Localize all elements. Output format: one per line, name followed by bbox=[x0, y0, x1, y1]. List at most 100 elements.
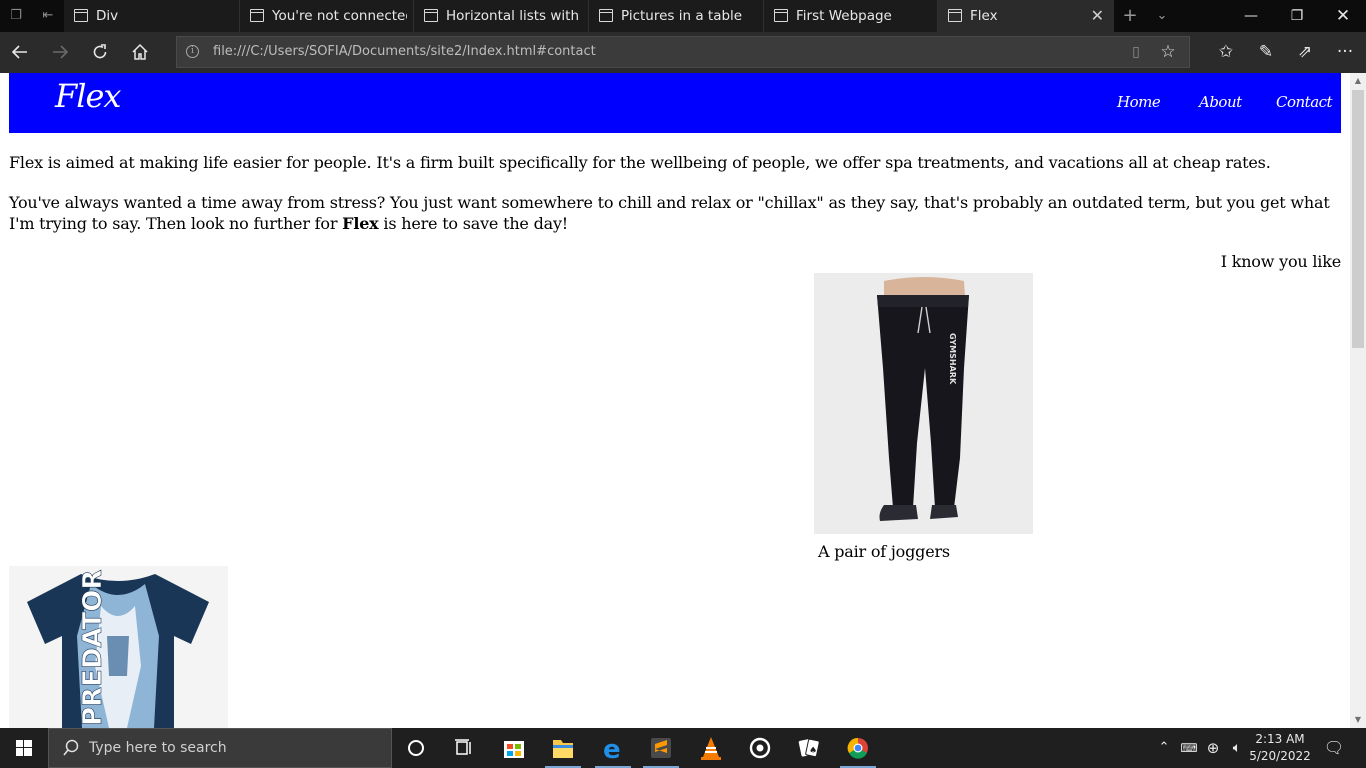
page-scrollbar[interactable]: ▲ ▼ bbox=[1350, 73, 1366, 728]
browser-tab-bar: ❐ ⇤ Div You're not connected Horizontal … bbox=[0, 0, 1366, 32]
page-icon bbox=[948, 9, 962, 22]
address-bar[interactable]: i file:///C:/Users/SOFIA/Documents/site2… bbox=[176, 36, 1190, 68]
favorites-button[interactable]: ✩ bbox=[1210, 38, 1242, 66]
arrow-left-icon bbox=[11, 45, 27, 59]
arrow-right-icon bbox=[53, 45, 69, 59]
tshirt-illustration: PREDATOR bbox=[9, 566, 228, 728]
refresh-button[interactable] bbox=[84, 38, 116, 66]
close-window-button[interactable]: ✕ bbox=[1320, 0, 1366, 32]
cards-icon: ♠ bbox=[798, 738, 820, 758]
shirt-graphic-text: PREDATOR bbox=[78, 570, 108, 726]
know-you-like-text: I know you like bbox=[1220, 252, 1341, 271]
svg-text:e: e bbox=[603, 735, 621, 765]
paragraph-text: You've always wanted a time away from st… bbox=[9, 193, 1330, 233]
vlc-cone-icon bbox=[701, 737, 721, 760]
share-button[interactable]: ⇗ bbox=[1289, 38, 1321, 66]
notifications-icon[interactable]: 🗨︎ bbox=[1318, 728, 1350, 768]
windows-taskbar: Type here to search e ♠ ⌃ ⌨ ⊕ 🔈︎ 2:13 AM… bbox=[0, 728, 1366, 768]
brand-name: Flex bbox=[342, 214, 379, 233]
chrome-app[interactable] bbox=[834, 728, 882, 768]
joggers-brand-text: GYMSHARK bbox=[948, 333, 957, 385]
tab-flex[interactable]: Flex ✕ bbox=[938, 0, 1114, 32]
scroll-up-arrow[interactable]: ▲ bbox=[1350, 73, 1366, 89]
browser-toolbar: i file:///C:/Users/SOFIA/Documents/site2… bbox=[0, 32, 1366, 73]
network-globe-icon[interactable]: ⊕ bbox=[1202, 728, 1224, 768]
scroll-down-arrow[interactable]: ▼ bbox=[1350, 712, 1366, 728]
more-button[interactable]: ··· bbox=[1329, 38, 1361, 66]
joggers-illustration: GYMSHARK bbox=[814, 273, 1033, 534]
edge-app[interactable]: e bbox=[589, 728, 637, 768]
info-icon[interactable]: i bbox=[186, 45, 199, 58]
search-placeholder: Type here to search bbox=[89, 740, 227, 756]
tab-first-webpage[interactable]: First Webpage bbox=[764, 0, 938, 32]
clock-date: 5/20/2022 bbox=[1249, 749, 1311, 763]
intro-paragraph: Flex is aimed at making life easier for … bbox=[9, 153, 1271, 172]
home-icon bbox=[132, 43, 148, 60]
joggers-caption: A pair of joggers bbox=[818, 542, 950, 561]
media-app[interactable] bbox=[736, 728, 784, 768]
tab-div[interactable]: Div bbox=[64, 0, 240, 32]
ime-icon[interactable]: ⌨ bbox=[1178, 728, 1200, 768]
scroll-thumb[interactable] bbox=[1352, 90, 1364, 348]
tab-horizontal-lists[interactable]: Horizontal lists with CS bbox=[414, 0, 589, 32]
stress-paragraph: You've always wanted a time away from st… bbox=[9, 192, 1339, 234]
chrome-icon bbox=[847, 737, 868, 759]
tab-label: You're not connected bbox=[272, 8, 407, 24]
taskbar-search[interactable]: Type here to search bbox=[48, 728, 392, 768]
task-view-icon bbox=[455, 739, 471, 755]
show-hidden-icons-button[interactable]: ⌃ bbox=[1154, 728, 1174, 768]
page-icon bbox=[74, 9, 88, 22]
set-tabs-aside-icon[interactable]: ⇤ bbox=[40, 8, 56, 24]
cortana-circle-icon bbox=[408, 740, 424, 756]
edge-icon: e bbox=[603, 735, 621, 765]
tab-label: Pictures in a table bbox=[621, 8, 743, 24]
page-icon bbox=[599, 9, 613, 22]
store-app[interactable] bbox=[490, 728, 538, 768]
nav-link-home[interactable]: Home bbox=[1117, 93, 1161, 111]
url-text[interactable]: file:///C:/Users/SOFIA/Documents/site2/I… bbox=[213, 37, 596, 67]
nav-link-about[interactable]: About bbox=[1199, 93, 1242, 111]
windows-logo-icon bbox=[16, 740, 32, 756]
vlc-app[interactable] bbox=[687, 728, 735, 768]
refresh-icon bbox=[93, 44, 107, 59]
taskbar-clock[interactable]: 2:13 AM 5/20/2022 bbox=[1249, 731, 1311, 765]
new-tab-icon[interactable]: + bbox=[1122, 7, 1138, 25]
svg-text:♠: ♠ bbox=[809, 746, 817, 756]
cortana-button[interactable] bbox=[392, 728, 440, 768]
tab-label: Flex bbox=[970, 8, 998, 24]
site-logo[interactable]: Flex bbox=[55, 77, 121, 115]
volume-icon[interactable]: 🔈︎ bbox=[1226, 728, 1248, 768]
task-view-button[interactable] bbox=[440, 728, 488, 768]
start-button[interactable] bbox=[0, 728, 48, 768]
search-icon bbox=[63, 739, 79, 756]
back-button[interactable] bbox=[4, 38, 36, 66]
page-icon bbox=[424, 9, 438, 22]
file-explorer-app[interactable] bbox=[539, 728, 587, 768]
site-header: Flex Home About Contact bbox=[9, 73, 1341, 133]
favorite-star-icon[interactable]: ☆ bbox=[1157, 41, 1179, 63]
joggers-image: GYMSHARK bbox=[814, 273, 1033, 534]
page-icon bbox=[774, 9, 788, 22]
reading-view-icon[interactable]: ▯ bbox=[1125, 41, 1147, 63]
home-button[interactable] bbox=[124, 38, 156, 66]
tab-label: Horizontal lists with CS bbox=[446, 8, 582, 24]
chevron-down-icon[interactable]: ⌄ bbox=[1154, 8, 1170, 24]
clock-time: 2:13 AM bbox=[1255, 732, 1305, 746]
minimize-button[interactable]: — bbox=[1228, 0, 1274, 32]
tab-preview-icon[interactable]: ❐ bbox=[8, 8, 24, 24]
tab-not-connected[interactable]: You're not connected bbox=[240, 0, 414, 32]
web-note-button[interactable]: ✎ bbox=[1250, 38, 1282, 66]
page-viewport: Flex Home About Contact Flex is aimed at… bbox=[0, 73, 1366, 728]
sublime-text-app[interactable] bbox=[637, 728, 685, 768]
groove-music-icon bbox=[749, 737, 771, 759]
nav-link-contact[interactable]: Contact bbox=[1276, 93, 1333, 111]
forward-button[interactable] bbox=[44, 38, 76, 66]
close-tab-icon[interactable]: ✕ bbox=[1091, 0, 1104, 32]
predator-shirt-image: PREDATOR bbox=[9, 566, 228, 728]
tab-label: Div bbox=[96, 8, 119, 24]
folder-icon bbox=[553, 740, 573, 758]
restore-button[interactable]: ❐ bbox=[1274, 0, 1320, 32]
tab-pictures-in-table[interactable]: Pictures in a table bbox=[589, 0, 764, 32]
page-icon bbox=[250, 9, 264, 22]
solitaire-app[interactable]: ♠ bbox=[785, 728, 833, 768]
